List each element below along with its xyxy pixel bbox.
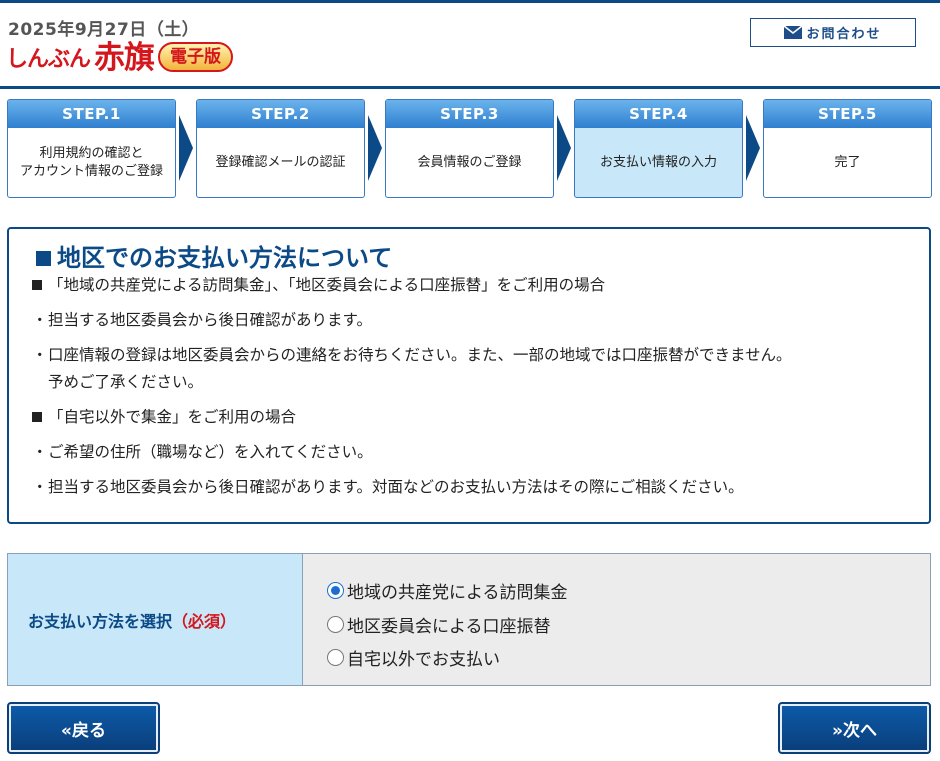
- bullet-mark: ・: [32, 478, 48, 496]
- payment-option-label: 地区委員会による口座振替: [347, 616, 551, 637]
- step-1-head: STEP.1: [8, 100, 175, 128]
- payment-option-label: 地域の共産党による訪問集金: [347, 583, 568, 604]
- payment-options: 地域の共産党による訪問集金 地区委員会による口座振替 自宅以外でお支払い: [303, 554, 930, 685]
- step-1-body: 利用規約の確認と アカウント情報のご登録: [19, 145, 163, 179]
- step-5: STEP.5 完了: [763, 99, 932, 198]
- section2-bullet-2: ・ 担当する地区委員会から後日確認があります。対面などのお支払い方法はその際にご…: [32, 477, 929, 497]
- info-title: 地区でのお支払い方法について: [33, 243, 929, 273]
- back-button[interactable]: «戻る: [7, 702, 160, 754]
- payment-method-label: お支払い方法を選択 （必須）: [8, 554, 303, 685]
- logo-hiragana: しんぶん: [6, 47, 91, 72]
- square-bullet-icon: [32, 412, 42, 422]
- section1-bullet-2: ・ 口座情報の登録は地区委員会からの連絡をお待ちください。また、一部の地域では口…: [32, 345, 929, 365]
- info-title-text: 地区でのお支払い方法について: [57, 244, 393, 272]
- radio-button[interactable]: [327, 649, 344, 667]
- contact-label: お問合わせ: [806, 27, 882, 42]
- section1-heading: 「地域の共産党による訪問集金」、「地区委員会による口座振替」をご利用の場合: [32, 275, 929, 295]
- step-4-head: STEP.4: [575, 100, 742, 128]
- section1-bullet-2-cont: 予めご了承ください。: [32, 372, 929, 392]
- contact-button[interactable]: お問合わせ: [750, 18, 916, 47]
- step-3-body: 会員情報のご登録: [417, 154, 522, 170]
- step-2: STEP.2 登録確認メールの認証: [196, 99, 365, 198]
- radio-button[interactable]: [327, 615, 344, 633]
- step-arrow-icon: [746, 115, 760, 181]
- section2-heading-text: 「自宅以外で集金」をご利用の場合: [48, 408, 297, 426]
- section1-bullet-2-cont-text: 予めご了承ください。: [48, 373, 204, 391]
- step-2-body: 登録確認メールの認証: [215, 154, 346, 170]
- section2-bullet-2-text: 担当する地区委員会から後日確認があります。対面などのお支払い方法はその際にご相談…: [48, 478, 744, 496]
- bullet-mark: ・: [32, 346, 48, 364]
- step-arrow-icon: [179, 115, 193, 181]
- payment-option-visit[interactable]: 地域の共産党による訪問集金: [327, 574, 930, 608]
- section1-heading-text: 「地域の共産党による訪問集金」、「地区委員会による口座振替」をご利用の場合: [48, 276, 606, 294]
- payment-info-box: 地区でのお支払い方法について 「地域の共産党による訪問集金」、「地区委員会による…: [7, 227, 931, 524]
- section2-bullet-1-text: ご希望の住所（職場など）を入れてください。: [48, 443, 373, 461]
- step-2-head: STEP.2: [197, 100, 364, 128]
- payment-option-transfer[interactable]: 地区委員会による口座振替: [327, 608, 930, 642]
- logo-kanji: 赤旗: [94, 40, 155, 76]
- step-4-body: お支払い情報の入力: [599, 154, 717, 170]
- required-marker: （必須）: [172, 611, 237, 631]
- step-3: STEP.3 会員情報のご登録: [385, 99, 554, 198]
- logo-digital-badge: 電子版: [158, 42, 234, 72]
- section2-bullet-1: ・ ご希望の住所（職場など）を入れてください。: [32, 442, 929, 462]
- site-header: 2025年9月27日（土） しんぶん 赤旗 電子版 お問合わせ: [0, 3, 940, 89]
- payment-method-table: お支払い方法を選択 （必須） 地域の共産党による訪問集金 地区委員会による口座振替…: [7, 553, 931, 686]
- info-lines: 「地域の共産党による訪問集金」、「地区委員会による口座振替」をご利用の場合 ・ …: [32, 275, 929, 497]
- step-5-body: 完了: [834, 154, 861, 170]
- step-3-head: STEP.3: [386, 100, 553, 128]
- square-bullet-icon: [36, 250, 51, 266]
- site-logo[interactable]: しんぶん 赤旗 電子版: [6, 39, 234, 76]
- payment-option-outside-home[interactable]: 自宅以外でお支払い: [327, 641, 930, 675]
- section1-bullet-1: ・ 担当する地区委員会から後日確認があります。: [32, 310, 929, 330]
- current-date: 2025年9月27日（土）: [8, 20, 200, 40]
- mail-icon: [784, 26, 803, 39]
- step-progress: STEP.1 利用規約の確認と アカウント情報のご登録 STEP.2 登録確認メ…: [0, 99, 940, 199]
- bullet-mark: ・: [32, 443, 48, 461]
- step-1: STEP.1 利用規約の確認と アカウント情報のご登録: [7, 99, 176, 198]
- payment-label-text: お支払い方法を選択: [28, 611, 173, 631]
- square-bullet-icon: [32, 280, 42, 290]
- radio-button-selected[interactable]: [327, 582, 344, 600]
- step-4: STEP.4 お支払い情報の入力: [574, 99, 743, 198]
- section2-heading: 「自宅以外で集金」をご利用の場合: [32, 407, 929, 427]
- step-5-head: STEP.5: [764, 100, 931, 128]
- step-arrow-icon: [368, 115, 382, 181]
- next-button[interactable]: »次へ: [778, 702, 931, 754]
- bullet-mark: ・: [32, 311, 48, 329]
- payment-option-label: 自宅以外でお支払い: [347, 650, 500, 671]
- step-arrow-icon: [557, 115, 571, 181]
- section1-bullet-2-text: 口座情報の登録は地区委員会からの連絡をお待ちください。また、一部の地域では口座振…: [48, 346, 792, 364]
- section1-bullet-1-text: 担当する地区委員会から後日確認があります。: [48, 311, 372, 329]
